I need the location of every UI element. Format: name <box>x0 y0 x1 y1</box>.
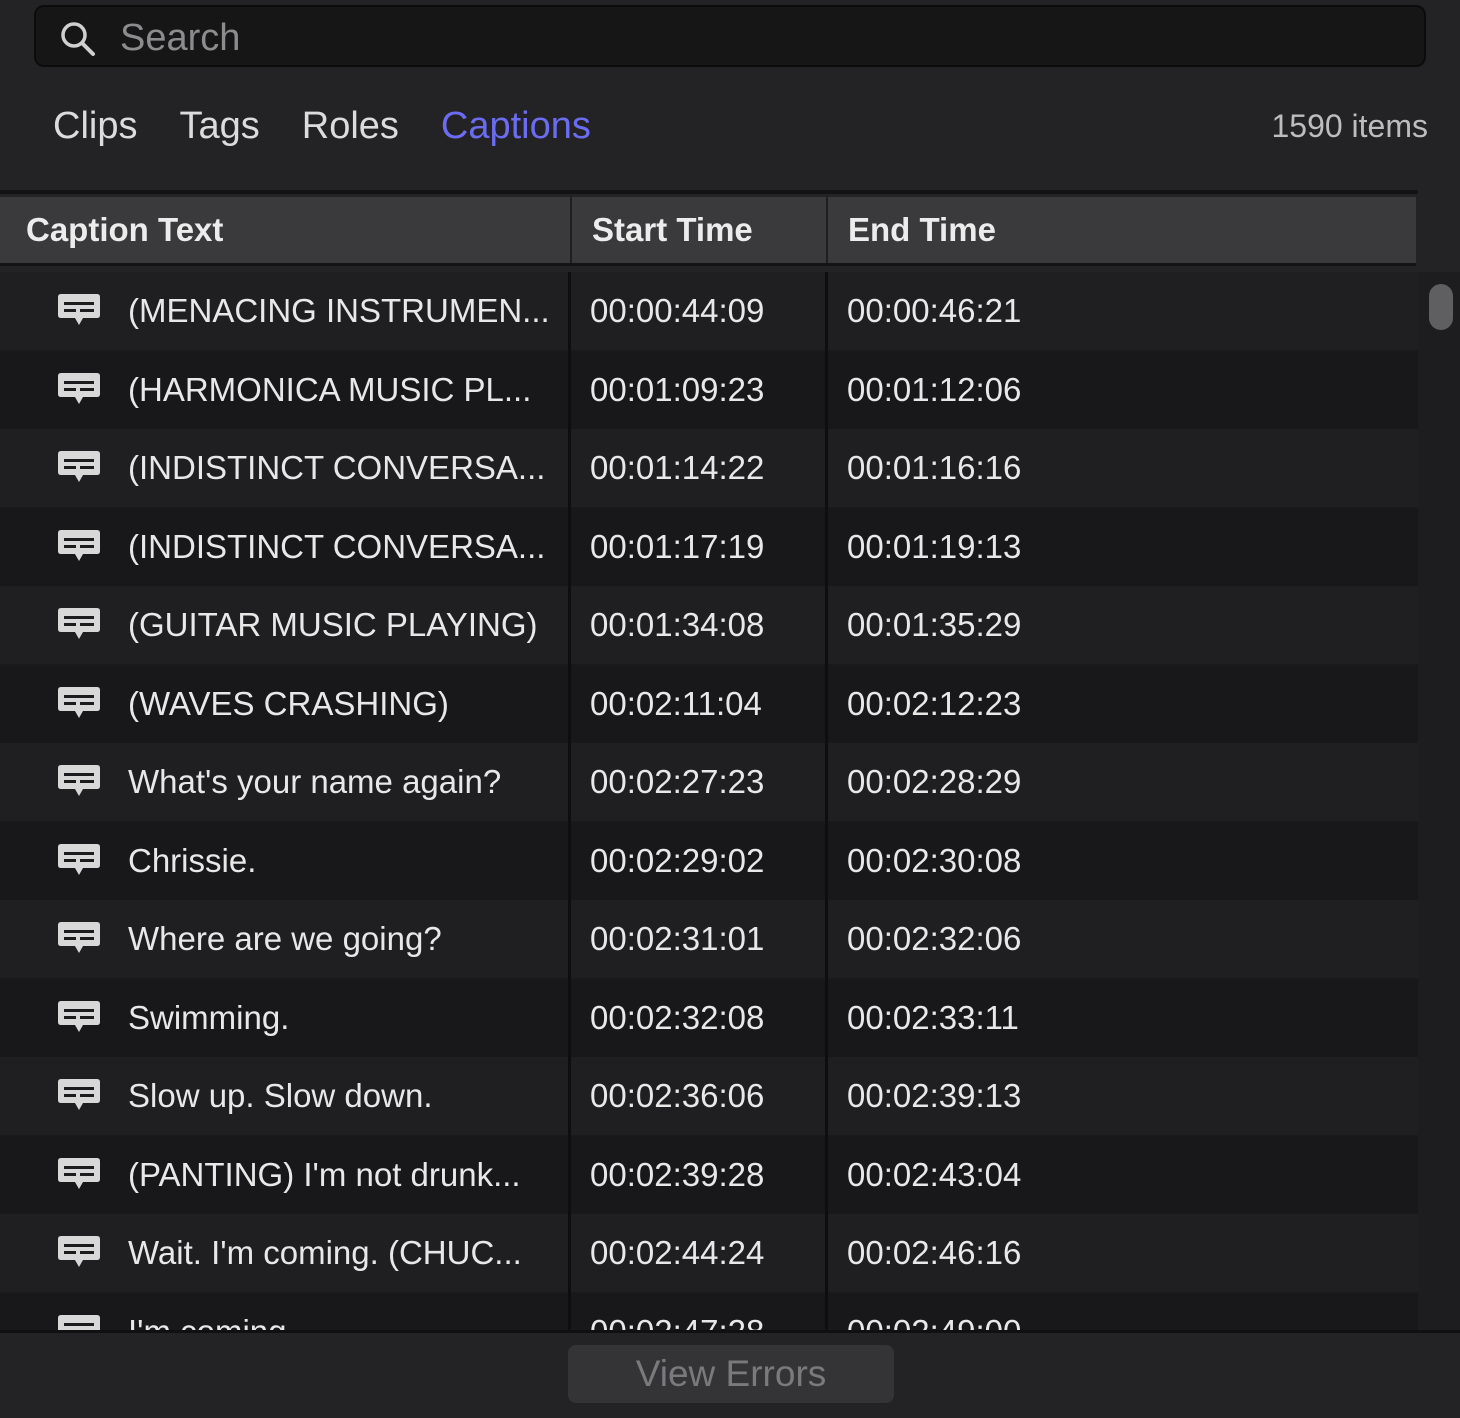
start-time-cell: 00:01:17:19 <box>590 527 765 565</box>
table-header: Caption Text Start Time End Time <box>0 197 1416 266</box>
table-row[interactable]: Chrissie. 00:02:29:02 00:02:30:08 <box>0 821 1418 900</box>
column-divider <box>568 272 571 1330</box>
end-time-cell: 00:02:49:00 <box>847 1293 1147 1331</box>
start-time-cell: 00:00:44:09 <box>590 292 765 329</box>
end-time-cell: 00:01:12:06 <box>847 370 1022 408</box>
tab-tags[interactable]: Tags <box>179 100 259 152</box>
end-time-cell: 00:02:12:23 <box>847 684 1022 722</box>
caption-text-cell: (HARMONICA MUSIC PL... <box>128 370 532 408</box>
table-row[interactable]: (PANTING) I'm not drunk... 00:02:39:28 00:… <box>0 1135 1418 1214</box>
start-time-cell: 00:02:29:02 <box>590 841 765 879</box>
start-time-cell: 00:01:34:08 <box>590 606 765 643</box>
start-time-cell: 00:02:31:01 <box>590 920 765 957</box>
caption-text-cell: Wait. I'm coming. (CHUC... <box>128 1234 522 1271</box>
start-time-cell: 00:02:44:24 <box>590 1234 765 1271</box>
column-divider <box>825 272 828 1330</box>
caption-icon <box>56 763 102 801</box>
caption-icon <box>56 449 102 487</box>
caption-icon <box>56 685 102 723</box>
tab-clips[interactable]: Clips <box>53 100 137 152</box>
start-time-cell: 00:02:27:23 <box>590 763 765 800</box>
caption-text-cell: What's your name again? <box>128 763 502 800</box>
table-row[interactable]: (GUITAR MUSIC PLAYING) 00:01:34:08 00:01:3… <box>0 586 1418 664</box>
start-time-cell: 00:02:11:04 <box>590 684 762 722</box>
table-row[interactable]: (INDISTINCT CONVERSA... 00:01:17:19 00:01:… <box>0 507 1418 586</box>
table-row[interactable]: Wait. I'm coming. (CHUC... 00:02:44:24 00:… <box>0 1214 1418 1292</box>
start-time-cell: 00:02:32:08 <box>590 998 765 1036</box>
end-time-cell: 00:02:32:06 <box>847 920 1022 957</box>
caption-text-cell: (PANTING) I'm not drunk... <box>128 1155 521 1193</box>
table-row[interactable]: (INDISTINCT CONVERSA... 00:01:14:22 00:01:… <box>0 429 1418 507</box>
search-icon <box>61 22 95 56</box>
caption-icon <box>56 292 102 330</box>
end-time-cell: 00:02:33:11 <box>847 998 1019 1036</box>
end-time-cell: 00:01:19:13 <box>847 527 1022 565</box>
end-time-cell: 00:02:39:13 <box>847 1077 1022 1114</box>
tab-roles[interactable]: Roles <box>302 100 399 152</box>
table-row[interactable]: (WAVES CRASHING) 00:02:11:04 00:02:12:23 <box>0 664 1418 743</box>
table-row[interactable]: (HARMONICA MUSIC PL... 00:01:09:23 00:01:1… <box>0 350 1418 429</box>
caption-icon <box>56 371 102 409</box>
search-input[interactable] <box>118 15 1402 61</box>
caption-icon <box>56 1313 102 1330</box>
caption-icon <box>56 920 102 958</box>
caption-icon <box>56 842 102 880</box>
end-time-cell: 00:02:28:29 <box>847 763 1022 800</box>
caption-text-cell: I'm coming. <box>128 1293 558 1331</box>
tab-captions[interactable]: Captions <box>441 100 591 152</box>
end-time-cell: 00:00:46:21 <box>847 292 1022 329</box>
caption-icon <box>56 528 102 566</box>
column-header-caption-text[interactable]: Caption Text <box>6 197 570 263</box>
divider <box>0 190 1418 194</box>
captions-index-panel: Clips Tags Roles Captions 1590 items Cap… <box>0 0 1460 1418</box>
captions-table-body[interactable]: I'm coming.00:02:47:2800:02:49:00Wait. I… <box>0 272 1418 1330</box>
start-time-cell: 00:02:47:28 <box>590 1293 820 1331</box>
index-tabs: Clips Tags Roles Captions <box>53 100 591 152</box>
table-row[interactable]: (MENACING INSTRUMEN... 00:00:44:09 00:00:4… <box>0 272 1418 350</box>
caption-icon <box>56 1156 102 1194</box>
end-time-cell: 00:01:16:16 <box>847 449 1022 486</box>
caption-icon <box>56 606 102 644</box>
item-count: 1590 items <box>1271 108 1428 144</box>
end-time-cell: 00:02:43:04 <box>847 1155 1022 1193</box>
column-header-end-time[interactable]: End Time <box>826 197 1416 263</box>
caption-text-cell: (WAVES CRASHING) <box>128 684 449 722</box>
caption-icon <box>56 999 102 1037</box>
start-time-cell: 00:01:14:22 <box>590 449 765 486</box>
caption-text-cell: Where are we going? <box>128 920 442 957</box>
table-row[interactable]: Where are we going? 00:02:31:01 00:02:32:0… <box>0 900 1418 978</box>
caption-text-cell: (INDISTINCT CONVERSA... <box>128 527 546 565</box>
caption-text-cell: Slow up. Slow down. <box>128 1077 433 1114</box>
table-row[interactable]: What's your name again? 00:02:27:23 00:02:… <box>0 743 1418 821</box>
caption-text-cell: (INDISTINCT CONVERSA... <box>128 449 546 486</box>
table-row[interactable]: Slow up. Slow down. 00:02:36:06 00:02:39:1… <box>0 1057 1418 1135</box>
caption-text-cell: Chrissie. <box>128 841 257 879</box>
search-field[interactable] <box>34 5 1426 67</box>
end-time-cell: 00:02:46:16 <box>847 1234 1022 1271</box>
scrollbar-track[interactable] <box>1418 272 1460 1330</box>
start-time-cell: 00:02:39:28 <box>590 1155 765 1193</box>
table-row[interactable]: I'm coming. 00:02:47:28 00:02:49:00 <box>0 1292 1418 1331</box>
start-time-cell: 00:01:09:23 <box>590 370 765 408</box>
scrollbar-thumb[interactable] <box>1429 284 1453 330</box>
end-time-cell: 00:02:30:08 <box>847 841 1022 879</box>
start-time-cell: 00:02:36:06 <box>590 1077 765 1114</box>
column-header-start-time[interactable]: Start Time <box>570 197 826 263</box>
caption-text-cell: Swimming. <box>128 998 290 1036</box>
caption-text-cell: (GUITAR MUSIC PLAYING) <box>128 606 538 643</box>
caption-icon <box>56 1234 102 1272</box>
caption-icon <box>56 1077 102 1115</box>
caption-text-cell: (MENACING INSTRUMEN... <box>128 292 550 329</box>
end-time-cell: 00:01:35:29 <box>847 606 1022 643</box>
footer: View Errors <box>0 1330 1460 1418</box>
table-row[interactable]: Swimming. 00:02:32:08 00:02:33:11 <box>0 978 1418 1057</box>
view-errors-button[interactable]: View Errors <box>568 1345 894 1403</box>
